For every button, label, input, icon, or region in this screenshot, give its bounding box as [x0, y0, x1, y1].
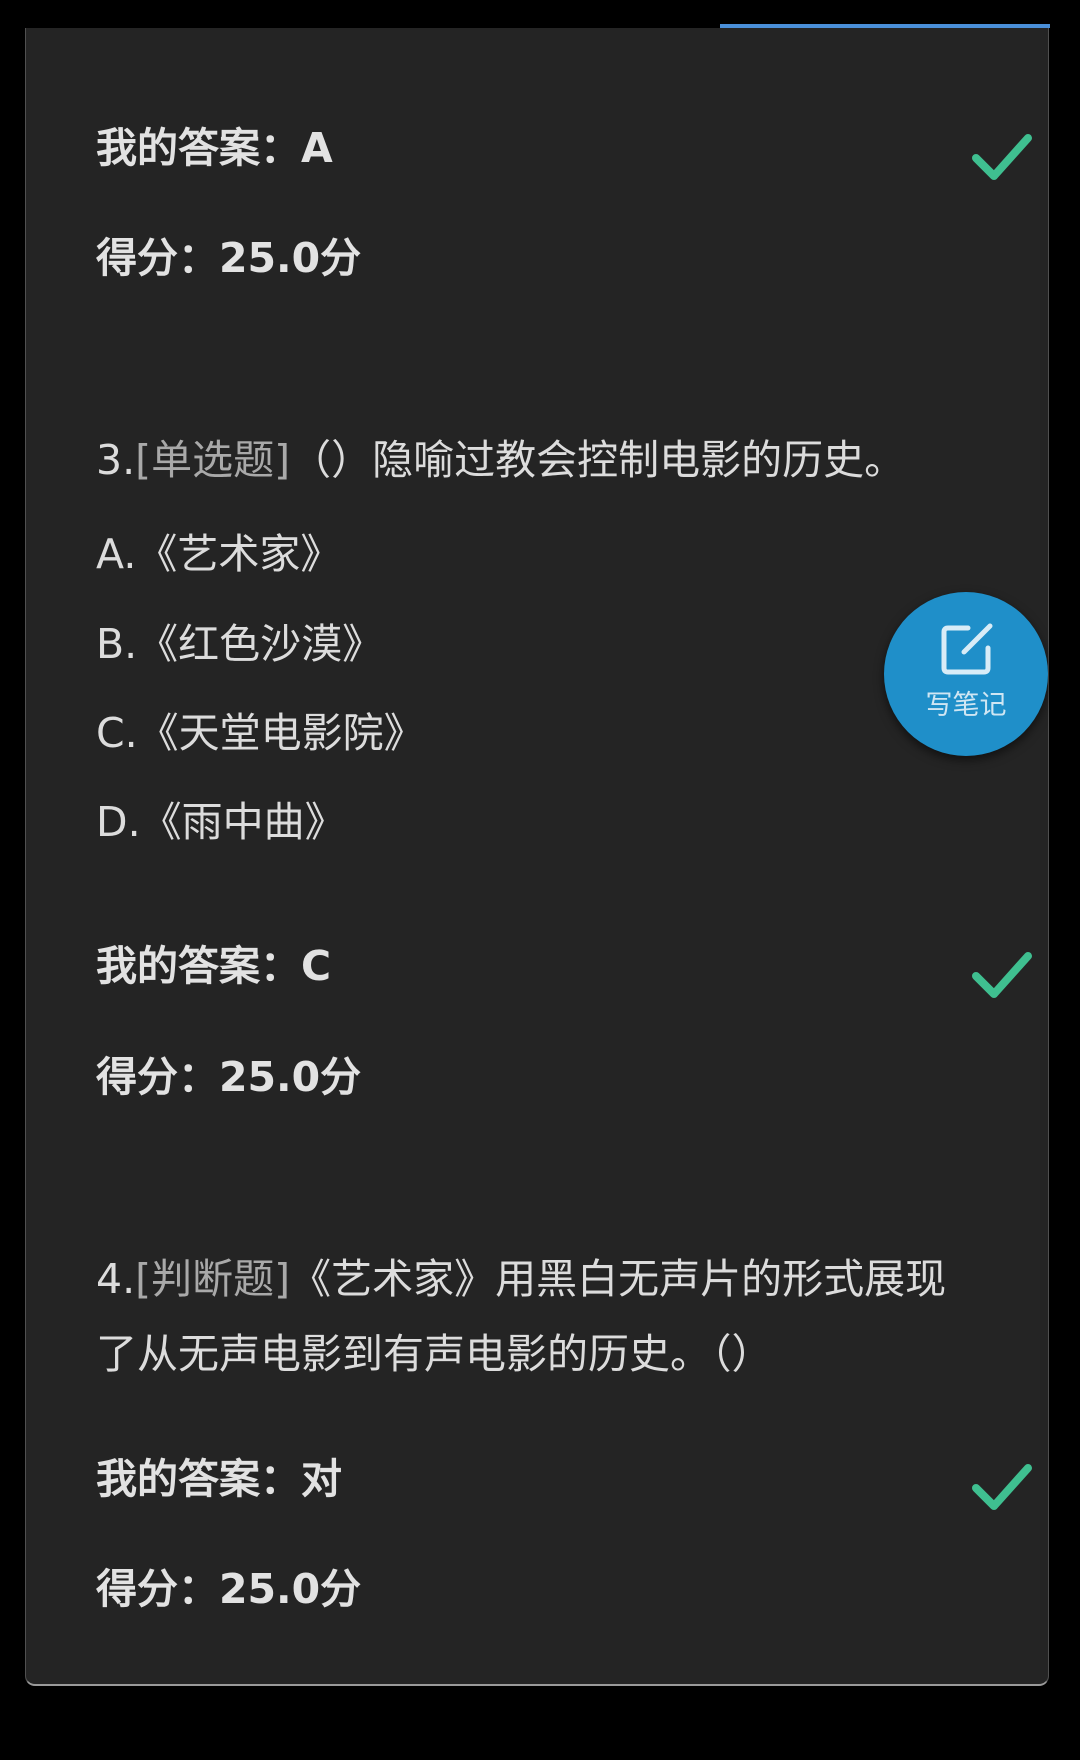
q4-score: 得分：25.0分: [96, 1565, 362, 1613]
q4-stem-text: 《艺术家》用黑白无声片的形式展现: [290, 1255, 947, 1303]
q3-option-a: A.《艺术家》: [96, 528, 341, 580]
q3-option-d: D.《雨中曲》: [96, 796, 346, 848]
q4-number: 4.: [96, 1255, 136, 1303]
option-letter: D.: [96, 798, 141, 846]
q3-my-answer-value: C: [301, 942, 332, 990]
q2-my-answer: 我的答案：A: [96, 122, 333, 174]
option-text: 《艺术家》: [136, 530, 342, 578]
q4-my-answer: 我的答案：对: [96, 1453, 342, 1505]
q3-option-c: C.《天堂电影院》: [96, 707, 425, 759]
checkmark-icon: [972, 952, 1032, 998]
q3-type-tag: [单选题]: [135, 436, 291, 484]
option-text: 《雨中曲》: [140, 798, 346, 846]
q2-score: 得分：25.0分: [96, 234, 362, 282]
q3-number: 3.: [96, 436, 136, 484]
write-note-label: 写笔记: [925, 690, 1007, 721]
q4-type-tag: [判断题]: [135, 1255, 291, 1303]
q3-stem-text: （）隐喻过教会控制电影的历史。: [290, 436, 906, 484]
option-letter: B.: [96, 620, 138, 668]
q4-stem-line2: 了从无声电影到有声电影的历史。（）: [96, 1330, 773, 1378]
option-text: 《天堂电影院》: [137, 709, 425, 757]
option-letter: C.: [96, 709, 138, 757]
answer-card: 我的答案：A 得分：25.0分 3.[单选题]（）隐喻过教会控制电影的历史。 A…: [25, 28, 1049, 1686]
option-text: 《红色沙漠》: [137, 620, 384, 668]
checkmark-icon: [972, 134, 1032, 180]
q3-score: 得分：25.0分: [96, 1053, 362, 1101]
q2-my-answer-value: A: [301, 124, 333, 172]
top-bar: [0, 0, 1080, 26]
q2-my-answer-label: 我的答案：: [96, 124, 301, 172]
option-letter: A.: [96, 530, 137, 578]
write-note-button[interactable]: 写笔记: [884, 592, 1048, 756]
q3-my-answer-label: 我的答案：: [96, 942, 301, 990]
q4-stem-line1: 4.[判断题]《艺术家》用黑白无声片的形式展现: [96, 1253, 946, 1305]
q4-my-answer-label: 我的答案：: [96, 1455, 301, 1503]
edit-note-icon: [941, 623, 993, 675]
q3-option-b: B.《红色沙漠》: [96, 618, 383, 670]
q3-my-answer: 我的答案：C: [96, 940, 331, 992]
q4-my-answer-value: 对: [301, 1455, 342, 1503]
page: 我的答案：A 得分：25.0分 3.[单选题]（）隐喻过教会控制电影的历史。 A…: [0, 0, 1080, 1760]
checkmark-icon: [972, 1464, 1032, 1510]
q3-stem: 3.[单选题]（）隐喻过教会控制电影的历史。: [96, 434, 905, 486]
